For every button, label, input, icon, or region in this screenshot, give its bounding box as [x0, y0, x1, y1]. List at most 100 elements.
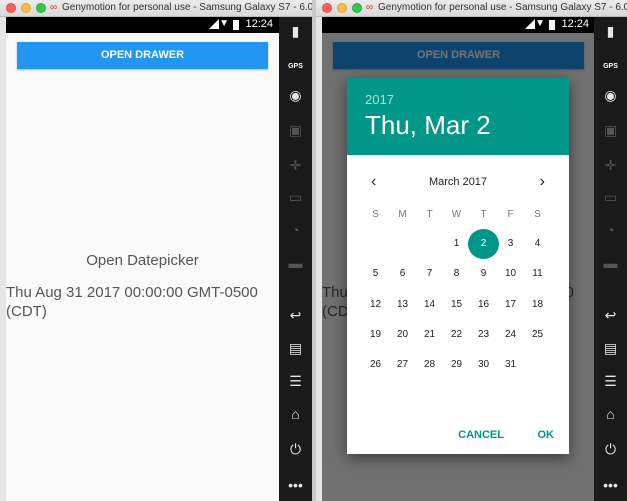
id-widget-icon[interactable]: ▭ — [279, 189, 312, 206]
calendar-day[interactable]: 1 — [443, 229, 470, 259]
capture-widget-icon[interactable]: ▣ — [279, 122, 312, 139]
rss-widget-icon[interactable]: ◔ — [279, 222, 312, 238]
calendar-day-label: 13 — [396, 298, 409, 310]
ok-button[interactable]: OK — [538, 425, 555, 445]
menu-nav-icon[interactable]: ☰ — [594, 373, 627, 390]
back-nav-icon[interactable]: ↩ — [594, 307, 627, 324]
calendar-day-selected[interactable]: 2 — [468, 229, 499, 259]
battery-widget-icon[interactable]: ▮ — [279, 23, 312, 40]
calendar-day-label: 17 — [504, 298, 517, 310]
cancel-button[interactable]: CANCEL — [458, 425, 504, 445]
calendar-day-label: 11 — [532, 268, 543, 280]
calendar-day[interactable]: 15 — [443, 290, 470, 320]
calendar-day-label: 4 — [534, 238, 541, 249]
title-bar[interactable]: ∞ Genymotion for personal use - Samsung … — [0, 0, 312, 17]
id-widget-icon[interactable]: ▭ — [594, 189, 627, 206]
home-nav-icon[interactable]: ⌂ — [594, 406, 627, 422]
calendar-day[interactable]: 5 — [362, 259, 389, 289]
minimize-window-icon[interactable] — [337, 3, 347, 13]
datepicker-year[interactable]: 2017 — [365, 92, 394, 107]
calendar-day[interactable]: 26 — [362, 350, 389, 380]
close-window-icon[interactable] — [6, 3, 16, 13]
sms-widget-icon[interactable]: ▬ — [594, 255, 627, 271]
calendar-day[interactable]: 20 — [389, 320, 416, 350]
calendar-day[interactable]: 27 — [389, 350, 416, 380]
calendar-day[interactable]: 16 — [470, 290, 497, 320]
status-time: 12:24 — [561, 18, 589, 30]
calendar-day[interactable]: 19 — [362, 320, 389, 350]
emulator-window-right: ∞ Genymotion for personal use - Samsung … — [316, 0, 627, 501]
calendar-week-row: 5 6 7 8 9 10 11 — [362, 259, 551, 289]
minimize-window-icon[interactable] — [21, 3, 31, 13]
dpad-widget-icon[interactable]: ✛ — [594, 157, 627, 174]
gps-widget-label[interactable]: GPS — [279, 63, 312, 70]
calendar-day[interactable]: 28 — [416, 350, 443, 380]
calendar-day[interactable]: 31 — [497, 350, 524, 380]
chevron-right-icon[interactable]: › — [540, 172, 545, 192]
recent-apps-icon[interactable]: ▤ — [279, 340, 312, 357]
calendar-day-label: 7 — [426, 268, 433, 280]
close-window-icon[interactable] — [322, 3, 332, 13]
calendar-day[interactable]: 8 — [443, 259, 470, 289]
calendar-day[interactable]: 14 — [416, 290, 443, 320]
recent-apps-icon[interactable]: ▤ — [594, 340, 627, 357]
calendar-day[interactable]: 24 — [497, 320, 524, 350]
battery-icon — [549, 20, 555, 30]
back-nav-icon[interactable]: ↩ — [279, 307, 312, 324]
menu-nav-icon[interactable]: ☰ — [279, 373, 312, 390]
calendar-day[interactable]: 25 — [524, 320, 551, 350]
dpad-widget-icon[interactable]: ✛ — [279, 157, 312, 174]
camera-widget-icon[interactable]: ◉ — [279, 87, 312, 104]
home-nav-icon[interactable]: ⌂ — [279, 406, 312, 422]
calendar-empty-cell — [416, 229, 443, 259]
weekday-label: F — [507, 209, 514, 220]
calendar-day-label: 22 — [450, 328, 463, 340]
rss-widget-icon[interactable]: ◔ — [594, 222, 627, 238]
calendar-day[interactable]: 21 — [416, 320, 443, 350]
calendar-day[interactable]: 7 — [416, 259, 443, 289]
genymotion-sidebar: ▮ GPS ◉ ▣ ✛ ▭ ◔ ▬ ↩ ▤ ☰ ⌂ ⏻ ••• — [279, 17, 312, 501]
window-title: Genymotion for personal use - Samsung Ga… — [378, 2, 627, 13]
open-drawer-button[interactable]: OPEN DRAWER — [17, 42, 268, 69]
month-label: March 2017 — [428, 176, 488, 188]
zoom-window-icon[interactable] — [352, 3, 362, 13]
calendar-day[interactable]: 4 — [524, 229, 551, 259]
capture-widget-icon[interactable]: ▣ — [594, 122, 627, 139]
more-options-icon[interactable]: ••• — [594, 477, 627, 493]
genymotion-icon: ∞ — [50, 2, 58, 13]
calendar-day[interactable]: 29 — [443, 350, 470, 380]
calendar-day-label: 30 — [477, 359, 490, 371]
calendar-day-label: 15 — [450, 298, 463, 310]
device-screen: ▼ 12:24 OPEN DRAWER Open Datepicker Thu … — [6, 17, 279, 501]
calendar-day[interactable]: 18 — [524, 290, 551, 320]
calendar-day[interactable]: 23 — [470, 320, 497, 350]
calendar-day[interactable]: 30 — [470, 350, 497, 380]
zoom-window-icon[interactable] — [36, 3, 46, 13]
sms-widget-icon[interactable]: ▬ — [279, 255, 312, 271]
power-icon[interactable]: ⏻ — [594, 441, 627, 458]
calendar-day[interactable]: 17 — [497, 290, 524, 320]
calendar-day[interactable]: 11 — [524, 259, 551, 289]
more-options-icon[interactable]: ••• — [279, 477, 312, 493]
title-bar[interactable]: ∞ Genymotion for personal use - Samsung … — [316, 0, 627, 17]
weekday-label: S — [534, 209, 541, 220]
calendar-day-label: 12 — [369, 298, 382, 310]
calendar-day[interactable]: 6 — [389, 259, 416, 289]
calendar-day[interactable]: 9 — [470, 259, 497, 289]
selected-date-text: Thu Aug 31 2017 00:00:00 GMT-0500 (CDT) — [6, 284, 258, 320]
calendar-week-row: 12 13 14 15 16 17 18 — [362, 290, 551, 320]
calendar-day[interactable]: 12 — [362, 290, 389, 320]
calendar-day[interactable]: 3 — [497, 229, 524, 259]
camera-widget-icon[interactable]: ◉ — [594, 87, 627, 104]
open-datepicker-link[interactable]: Open Datepicker — [6, 252, 279, 269]
calendar-day[interactable]: 13 — [389, 290, 416, 320]
calendar-day-label: 26 — [369, 359, 382, 371]
datepicker-selected-date[interactable]: Thu, Mar 2 — [365, 110, 491, 141]
window-title: Genymotion for personal use - Samsung Ga… — [62, 2, 312, 13]
calendar-day[interactable]: 22 — [443, 320, 470, 350]
power-icon[interactable]: ⏻ — [279, 441, 312, 458]
calendar-day[interactable]: 10 — [497, 259, 524, 289]
status-bar: ▼ 12:24 — [322, 17, 595, 33]
battery-widget-icon[interactable]: ▮ — [594, 23, 627, 40]
gps-widget-label[interactable]: GPS — [594, 63, 627, 70]
